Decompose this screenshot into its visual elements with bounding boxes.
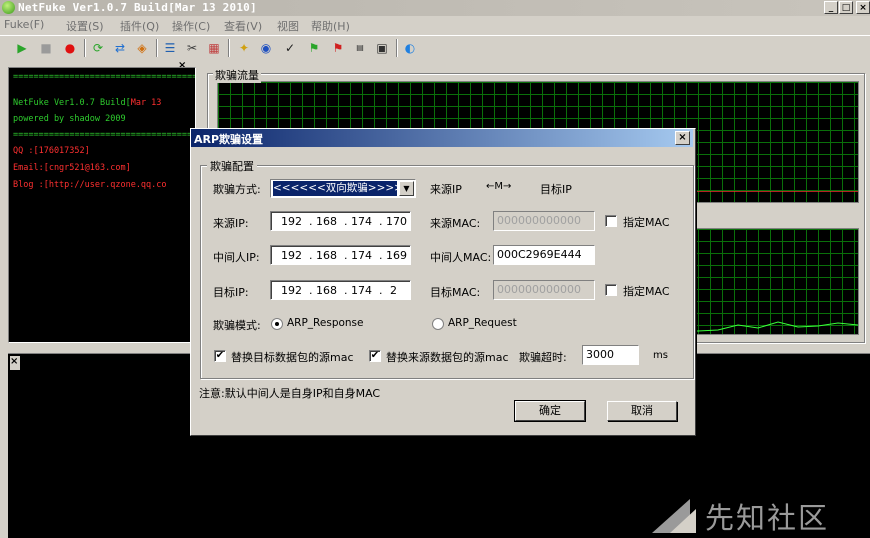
maximize-button[interactable]: □ <box>839 1 853 14</box>
source-specify-mac-checkbox[interactable] <box>605 215 617 227</box>
source-specify-mac-label: 指定MAC <box>623 216 670 229</box>
replace-target-checkbox[interactable]: ✔ <box>214 350 226 362</box>
info-icon[interactable]: ◐ <box>402 40 418 56</box>
toolbar-separator <box>84 39 86 57</box>
console-line: QQ :[176017352] <box>13 146 90 156</box>
menu-bar: Fuke(F) 设置(S) 插件(Q) 操作(C) 查看(V) 视图 帮助(H) <box>0 16 870 35</box>
dialog-title-bar: ARP欺骗设置 × <box>191 129 693 147</box>
toolbar: ▶ ■ ● ⟳ ⇄ ◈ ☰ ✂ ▦ ✦ ◉ ✓ ⚑ ⚑ ▤ ▣ ◐ <box>0 35 870 60</box>
list-icon[interactable]: ☰ <box>162 40 178 56</box>
note-text: 注意:默认中间人是自身IP和自身MAC <box>199 387 381 400</box>
cancel-button[interactable]: 取消 <box>607 401 677 421</box>
globe-icon[interactable]: ◉ <box>258 40 274 56</box>
console-panel: ==================================== Net… <box>8 67 196 343</box>
replace-source-label: 替换来源数据包的源mac <box>386 351 509 364</box>
plugin-icon[interactable]: ✦ <box>236 40 252 56</box>
console-line: NetFuke Ver1.0.7 Build[Mar 13 <box>13 98 162 108</box>
config-group-title: 欺骗配置 <box>207 158 257 174</box>
middle-mac-label: 中间人MAC: <box>430 251 492 264</box>
timeout-label: 欺骗超时: <box>519 351 567 364</box>
source-ip-input[interactable]: 192 . 168 . 174 . 170 <box>270 211 411 231</box>
watermark-text: 先知社区 <box>705 501 830 535</box>
check-icon[interactable]: ✓ <box>282 40 298 56</box>
mode-label: 欺骗模式: <box>213 319 261 332</box>
menu-window-view[interactable]: 视图 <box>277 18 299 34</box>
flow-arrow: ←M→ <box>486 181 512 192</box>
flow-target: 目标IP <box>540 183 572 196</box>
console-line: ==================================== <box>13 130 196 140</box>
target-mac-field[interactable]: 000000000000 <box>493 280 595 300</box>
traffic-title: 欺骗流量 <box>213 67 261 83</box>
menu-settings[interactable]: 设置(S) <box>66 18 104 34</box>
method-label: 欺骗方式: <box>213 183 261 196</box>
log-icon[interactable]: ▤ <box>352 40 368 56</box>
toolbar-separator <box>156 39 158 57</box>
console-line: ==================================== <box>13 72 196 82</box>
source-mac-field[interactable]: 000000000000 <box>493 211 595 231</box>
target-ip-label: 目标IP: <box>213 286 249 299</box>
play-icon[interactable]: ▶ <box>14 40 30 56</box>
left-strip <box>0 353 8 537</box>
minimize-button[interactable]: _ <box>824 1 838 14</box>
network-icon[interactable]: ◈ <box>134 40 150 56</box>
timeout-unit: ms <box>653 350 668 361</box>
flow-source: 来源IP <box>430 183 462 196</box>
packet-panel-close-icon[interactable]: × <box>10 356 20 370</box>
menu-help[interactable]: 帮助(H) <box>311 18 350 34</box>
toolbar-separator <box>228 39 230 57</box>
exchange-icon[interactable]: ⇄ <box>112 40 128 56</box>
menu-fuke[interactable]: Fuke(F) <box>4 18 44 31</box>
record-icon[interactable]: ● <box>62 40 78 56</box>
ok-button[interactable]: 确定 <box>514 400 586 422</box>
mode-response-radio[interactable] <box>271 318 283 330</box>
menu-operate[interactable]: 操作(C) <box>172 18 210 34</box>
app-icon <box>2 1 15 14</box>
console-line: powered by shadow 2009 <box>13 114 126 124</box>
stop-icon[interactable]: ■ <box>38 40 54 56</box>
close-button[interactable]: × <box>856 1 870 14</box>
source-ip-label: 来源IP: <box>213 217 249 230</box>
middle-mac-field[interactable]: 000C2969E444 <box>493 245 595 265</box>
replace-target-label: 替换目标数据包的源mac <box>231 351 354 364</box>
window-title: NetFuke Ver1.0.7 Build[Mar 13 2010] <box>18 1 257 14</box>
middle-ip-input[interactable]: 192 . 168 . 174 . 169 <box>270 245 411 265</box>
flag-red-icon[interactable]: ⚑ <box>330 40 346 56</box>
watermark: 先知社区 <box>650 495 865 535</box>
chevron-down-icon[interactable]: ▼ <box>399 181 414 196</box>
replace-source-checkbox[interactable]: ✔ <box>369 350 381 362</box>
target-specify-mac-label: 指定MAC <box>623 285 670 298</box>
target-ip-input[interactable]: 192 . 168 . 174 . 2 <box>270 280 411 300</box>
binary-icon[interactable]: ▦ <box>206 40 222 56</box>
watermark-logo-icon <box>652 499 696 533</box>
middle-ip-label: 中间人IP: <box>213 251 260 264</box>
dialog-close-icon[interactable]: × <box>675 131 690 145</box>
title-bar: NetFuke Ver1.0.7 Build[Mar 13 2010] _ □ … <box>0 0 870 16</box>
dialog-title: ARP欺骗设置 <box>194 133 264 146</box>
console-line: Blog :[http://user.qzone.qq.co <box>13 180 167 190</box>
target-mac-label: 目标MAC: <box>430 286 481 299</box>
arp-spoof-dialog: ARP欺骗设置 × 欺骗配置 欺骗方式: <<<<<<双向欺骗>>>>>> ▼ … <box>190 128 696 436</box>
report-icon[interactable]: ▣ <box>374 40 390 56</box>
target-specify-mac-checkbox[interactable] <box>605 284 617 296</box>
flag-green-icon[interactable]: ⚑ <box>306 40 322 56</box>
mode-response-label: ARP_Response <box>287 317 364 329</box>
console-line: Email:[cngr521@163.com] <box>13 163 131 173</box>
timeout-input[interactable]: 3000 <box>582 345 639 365</box>
menu-plugins[interactable]: 插件(Q) <box>120 18 159 34</box>
source-mac-label: 来源MAC: <box>430 217 481 230</box>
menu-view[interactable]: 查看(V) <box>224 18 262 34</box>
mode-request-label: ARP_Request <box>448 317 517 329</box>
method-value: <<<<<<双向欺骗>>>>>> <box>272 180 398 197</box>
refresh-icon[interactable]: ⟳ <box>90 40 106 56</box>
toolbar-separator <box>396 39 398 57</box>
tools-icon[interactable]: ✂ <box>184 40 200 56</box>
method-select[interactable]: <<<<<<双向欺骗>>>>>> ▼ <box>270 179 416 198</box>
mode-request-radio[interactable] <box>432 318 444 330</box>
